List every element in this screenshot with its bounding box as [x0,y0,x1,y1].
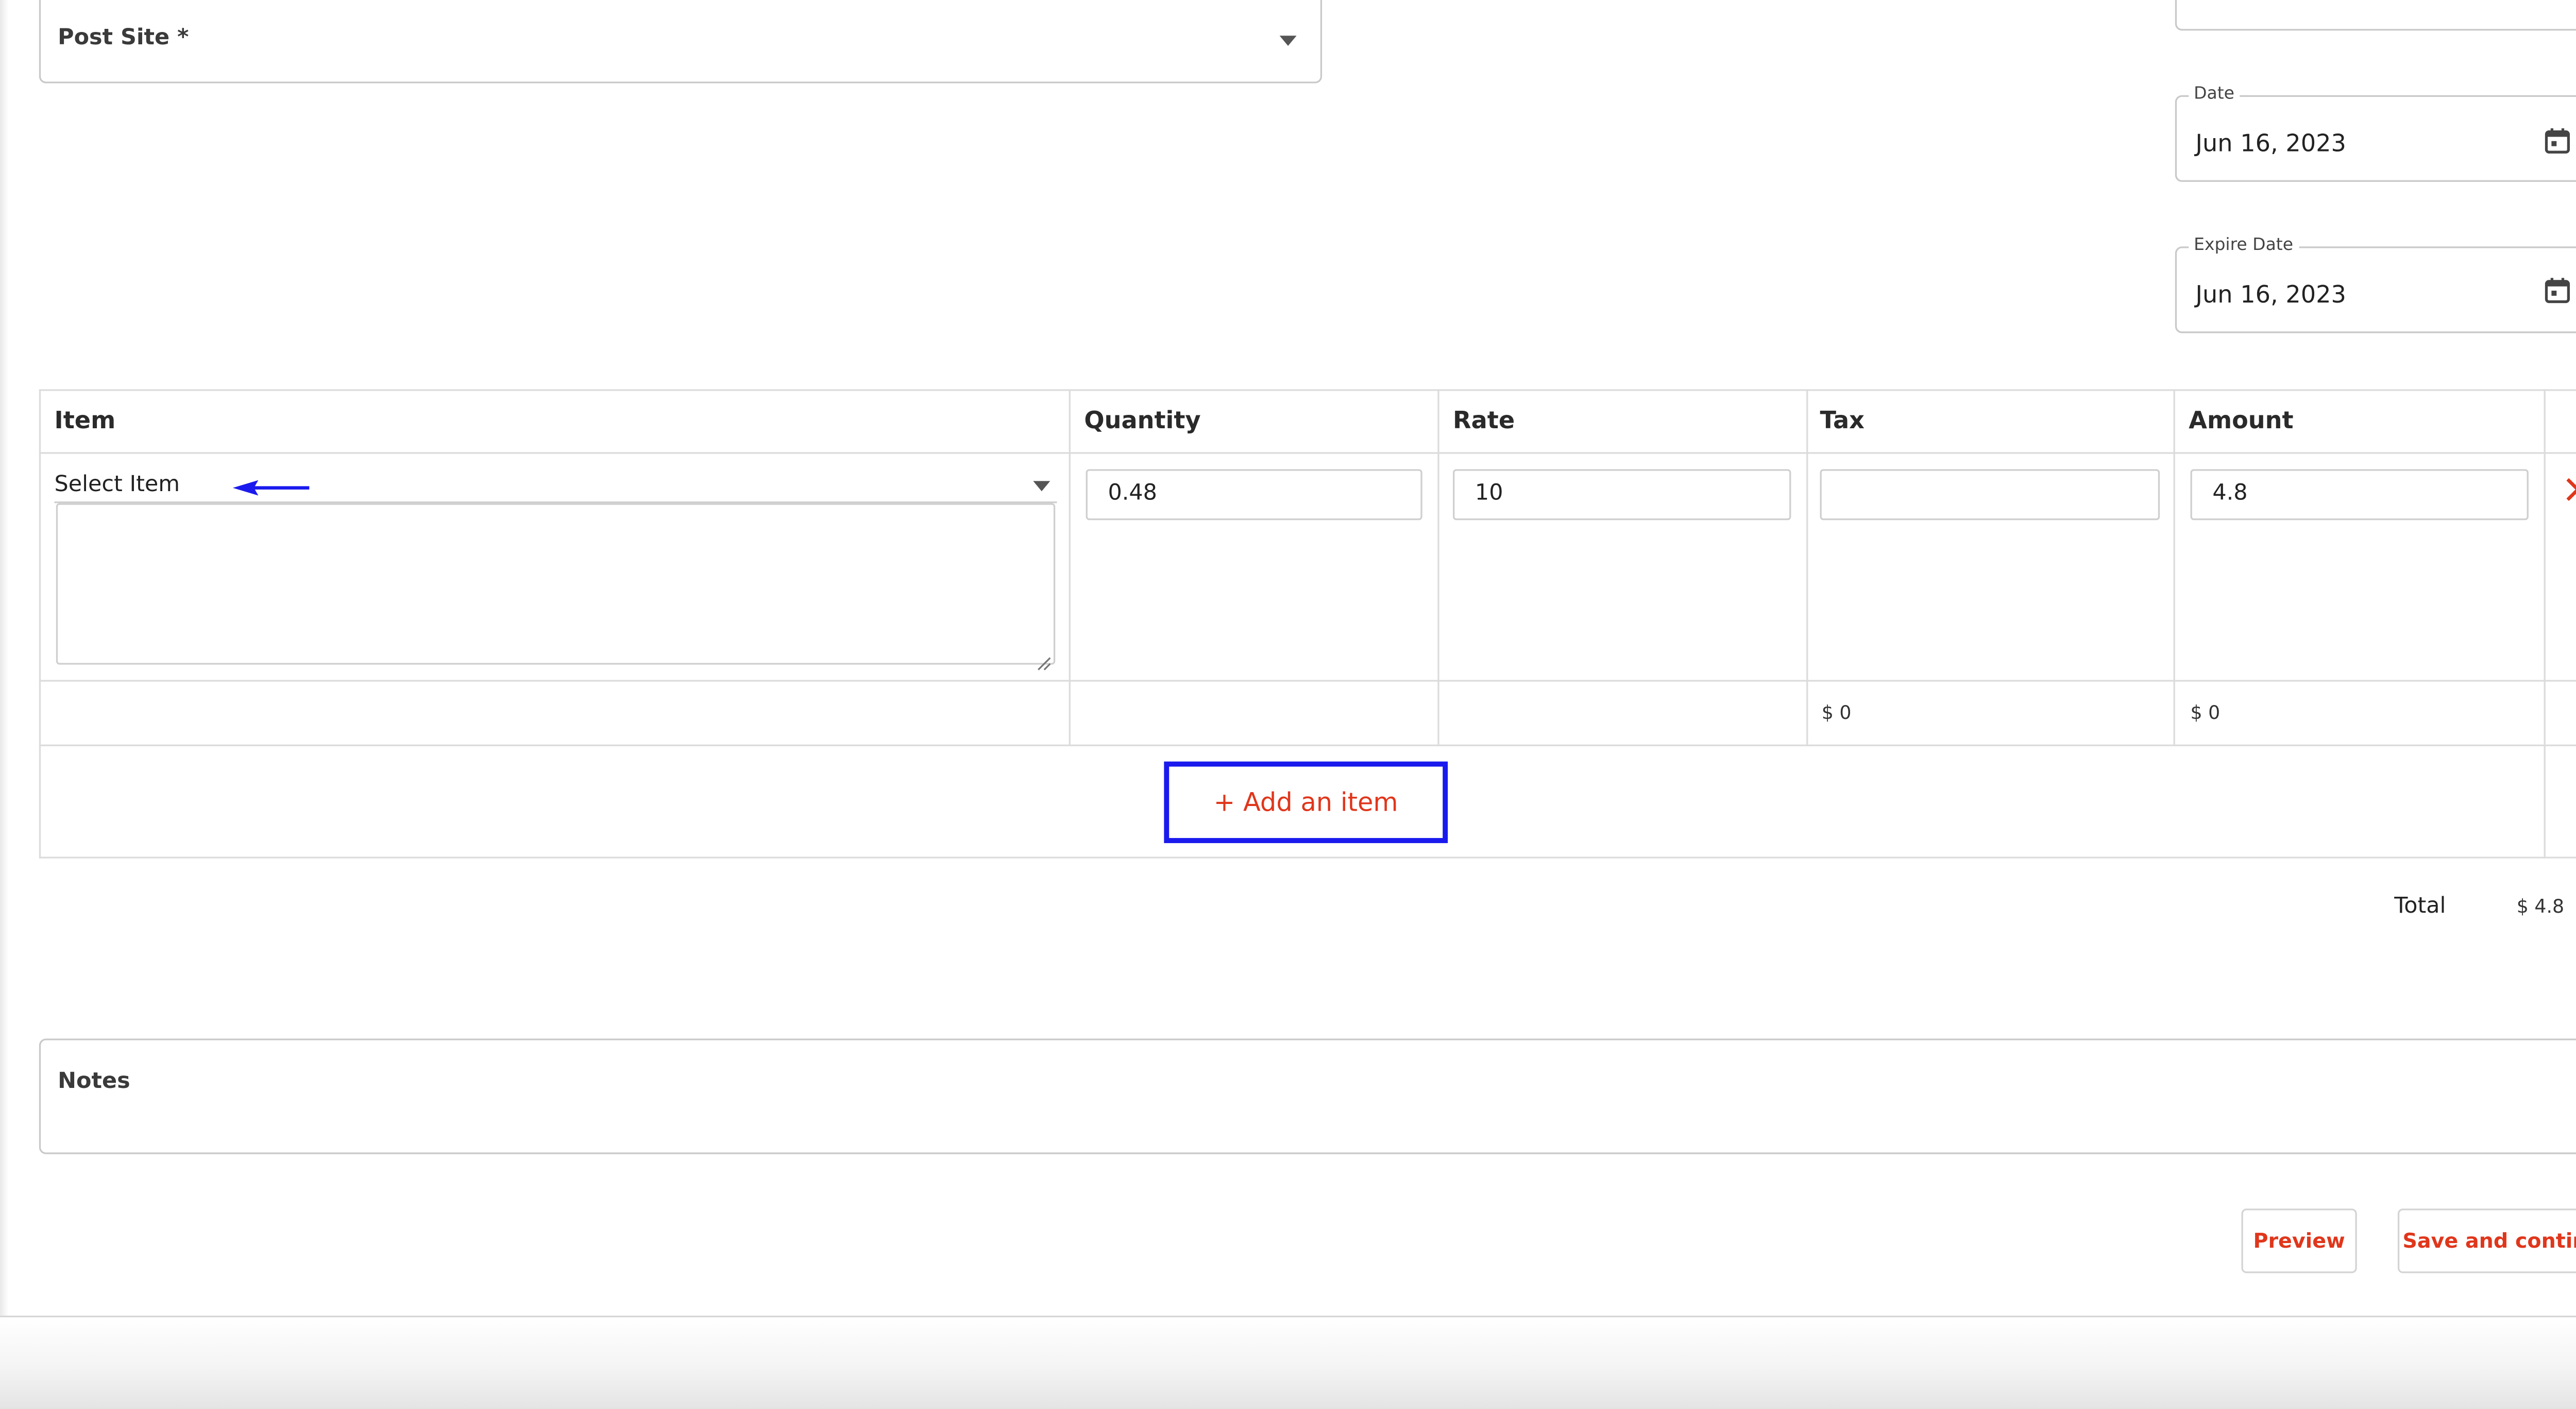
caret-down-icon [1033,481,1050,492]
tax-input[interactable] [1820,469,2160,521]
add-item-label: + Add an item [1213,787,1398,818]
amount-input[interactable]: 4.8 [2190,469,2529,521]
save-and-continue-button[interactable]: Save and continue [2397,1209,2576,1273]
notes-label: Notes [58,1069,130,1095]
column-divider [2544,389,2546,859]
total-label: Total [2394,894,2446,920]
calendar-icon[interactable] [2544,277,2571,305]
caret-down-icon [1279,36,1297,46]
close-icon[interactable] [2564,476,2576,504]
expire-date-label: Expire Date [2189,236,2298,255]
item-select[interactable]: Select Item [54,466,1057,504]
item-description-textarea[interactable] [56,503,1056,670]
footer-shadow [0,1317,2576,1409]
column-header-rate: Rate [1453,408,1515,435]
table-subtotal-divider [39,744,2576,746]
table-row-divider [39,680,2576,682]
column-header-quantity: Quantity [1084,408,1201,435]
tax-subtotal: $ 0 [1821,702,1852,725]
page: Post Site * Jun 16, 2023 Date Jun 16, 20… [0,0,2576,1409]
item-select-placeholder: Select Item [54,472,180,498]
arrow-left-icon [231,473,313,496]
column-header-amount: Amount [2189,408,2294,435]
column-header-item: Item [54,408,116,435]
column-header-tax: Tax [1820,408,1865,435]
resize-handle-icon[interactable] [1037,646,1052,670]
add-item-button[interactable]: + Add an item [1164,761,1448,843]
column-divider [1806,389,1808,746]
date-label: Date [2189,85,2240,104]
column-divider [2173,389,2175,746]
column-divider [1069,389,1071,746]
items-table: Item Quantity Rate Tax Amount Select Ite… [39,389,2576,859]
table-header-divider [39,452,2576,454]
top-right-field[interactable] [2175,0,2576,31]
total-value: $ 4.8 [2516,896,2565,918]
amount-subtotal: $ 0 [2190,702,2221,725]
expire-date-field[interactable]: Jun 16, 2023 [2175,246,2576,333]
notes-textarea[interactable]: Notes [39,1038,2576,1154]
table-border-top [39,389,2576,391]
date-value: Jun 16, 2023 [2195,130,2346,158]
quantity-input[interactable]: 0.48 [1086,469,1422,521]
table-border-left [39,389,41,859]
preview-button[interactable]: Preview [2241,1209,2357,1273]
date-field[interactable]: Jun 16, 2023 [2175,95,2576,182]
post-site-select[interactable]: Post Site * [39,0,1323,83]
calendar-icon[interactable] [2544,127,2571,155]
column-divider [1437,389,1439,746]
expire-date-value: Jun 16, 2023 [2195,282,2346,310]
left-edge-shadow [0,0,9,1318]
post-site-label: Post Site * [58,25,189,51]
table-border-bottom [39,857,2576,859]
rate-input[interactable]: 10 [1453,469,1791,521]
